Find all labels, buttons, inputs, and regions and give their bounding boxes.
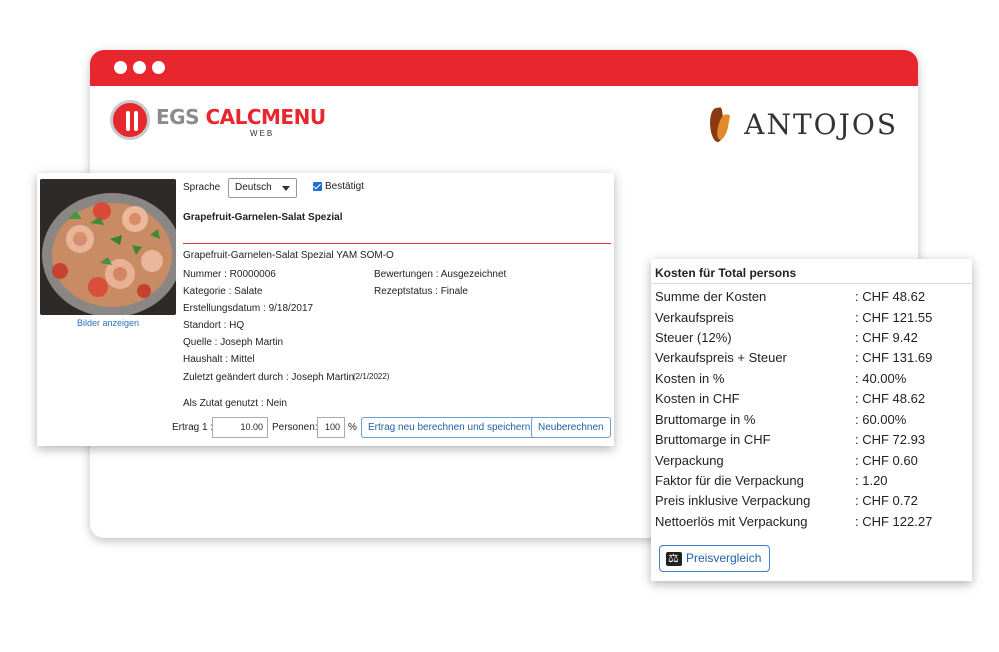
cost-value: : CHF 9.42 xyxy=(855,330,918,345)
yield-label: Ertrag 1 : xyxy=(172,422,214,433)
persons-label: Personen: xyxy=(272,422,318,433)
cost-value: : 40.00% xyxy=(855,371,907,386)
recipe-source: Quelle : Joseph Martin xyxy=(183,337,284,348)
cost-value: : CHF 121.55 xyxy=(855,310,933,325)
antojos-logo: ANTOJOS xyxy=(707,102,898,146)
persons-input[interactable]: 100 xyxy=(317,417,345,438)
cost-label: Kosten in CHF xyxy=(655,391,740,406)
cost-value: : CHF 0.72 xyxy=(855,493,918,508)
logo-text-egs: EGS xyxy=(156,105,206,129)
chevron-down-icon xyxy=(282,186,290,191)
egs-calcmenu-logo: EGS CALCMENU WEB xyxy=(110,98,326,146)
recipe-location: Standort : HQ xyxy=(183,320,245,331)
flame-icon xyxy=(707,104,732,144)
divider xyxy=(651,283,972,284)
price-compare-label: Preisvergleich xyxy=(686,551,762,565)
divider xyxy=(183,243,611,244)
language-value: Deutsch xyxy=(235,182,272,193)
show-images-link[interactable]: Bilder anzeigen xyxy=(37,318,179,328)
cost-label: Steuer (12%) xyxy=(655,330,732,345)
client-name: ANTOJOS xyxy=(744,107,898,141)
cost-label: Preis inklusive Verpackung xyxy=(655,493,811,508)
logo-text-calcmenu: CALCMENU xyxy=(205,105,326,129)
browser-titlebar xyxy=(90,50,918,86)
recalc-save-button[interactable]: Ertrag neu berechnen und speichern xyxy=(361,417,538,438)
recipe-rating: Bewertungen : Ausgezeichnet xyxy=(374,269,507,280)
used-as-ingredient: Als Zutat genutzt : Nein xyxy=(183,398,287,409)
window-dot-icon xyxy=(152,61,165,74)
cost-value: : CHF 48.62 xyxy=(855,289,926,304)
recipe-photo[interactable] xyxy=(40,179,176,315)
price-compare-button[interactable]: Preisvergleich xyxy=(659,545,771,572)
cost-label: Faktor für die Verpackung xyxy=(655,473,804,488)
recipe-number: Nummer : R0000006 xyxy=(183,269,276,280)
recipe-household: Haushalt : Mittel xyxy=(183,354,255,365)
yield-input[interactable]: 10.00 xyxy=(212,417,268,438)
window-dot-icon xyxy=(133,61,146,74)
cost-label: Kosten in % xyxy=(655,371,725,386)
cost-label: Nettoerlös mit Verpackung xyxy=(655,514,808,529)
recipe-modified-by: Zuletzt geändert durch : Joseph Martin xyxy=(183,372,355,383)
cost-panel-title: Kosten für Total persons xyxy=(655,266,797,280)
recalc-button[interactable]: Neuberechnen xyxy=(531,417,611,438)
recipe-subtitle: Grapefruit-Garnelen-Salat Spezial YAM SO… xyxy=(183,250,394,261)
confirmed-checkbox[interactable] xyxy=(313,182,322,191)
window-dot-icon xyxy=(114,61,127,74)
cost-panel: Kosten für Total persons Summe der Koste… xyxy=(651,259,972,581)
cost-value: : 1.20 xyxy=(855,473,888,488)
cost-label: Verkaufspreis + Steuer xyxy=(655,350,787,365)
recipe-status: Rezeptstatus : Finale xyxy=(374,286,468,297)
cost-value: : CHF 131.69 xyxy=(855,350,933,365)
cost-value: : CHF 72.93 xyxy=(855,432,926,447)
scale-icon xyxy=(666,551,682,566)
cost-value: : 60.00% xyxy=(855,412,907,427)
recipe-modified-date: (2/1/2022) xyxy=(353,372,390,381)
cost-label: Verkaufspreis xyxy=(655,310,734,325)
recipe-created: Erstellungsdatum : 9/18/2017 xyxy=(183,303,314,314)
egs-logo-icon xyxy=(110,100,150,140)
recipe-title: Grapefruit-Garnelen-Salat Spezial xyxy=(183,212,343,223)
language-label: Sprache xyxy=(183,182,221,193)
recipe-category: Kategorie : Salate xyxy=(183,286,263,297)
cost-value: : CHF 122.27 xyxy=(855,514,933,529)
confirmed-label: Bestätigt xyxy=(325,181,364,192)
percent-label: % xyxy=(348,422,357,433)
logo-text-web: WEB xyxy=(250,129,275,138)
recipe-panel: Bilder anzeigen Sprache Deutsch Bestätig… xyxy=(37,173,614,446)
cost-label: Summe der Kosten xyxy=(655,289,767,304)
cost-label: Verpackung xyxy=(655,453,724,468)
cost-value: : CHF 48.62 xyxy=(855,391,926,406)
cost-label: Bruttomarge in % xyxy=(655,412,756,427)
cost-label: Bruttomarge in CHF xyxy=(655,432,771,447)
cost-value: : CHF 0.60 xyxy=(855,453,918,468)
language-select[interactable]: Deutsch xyxy=(228,178,297,198)
